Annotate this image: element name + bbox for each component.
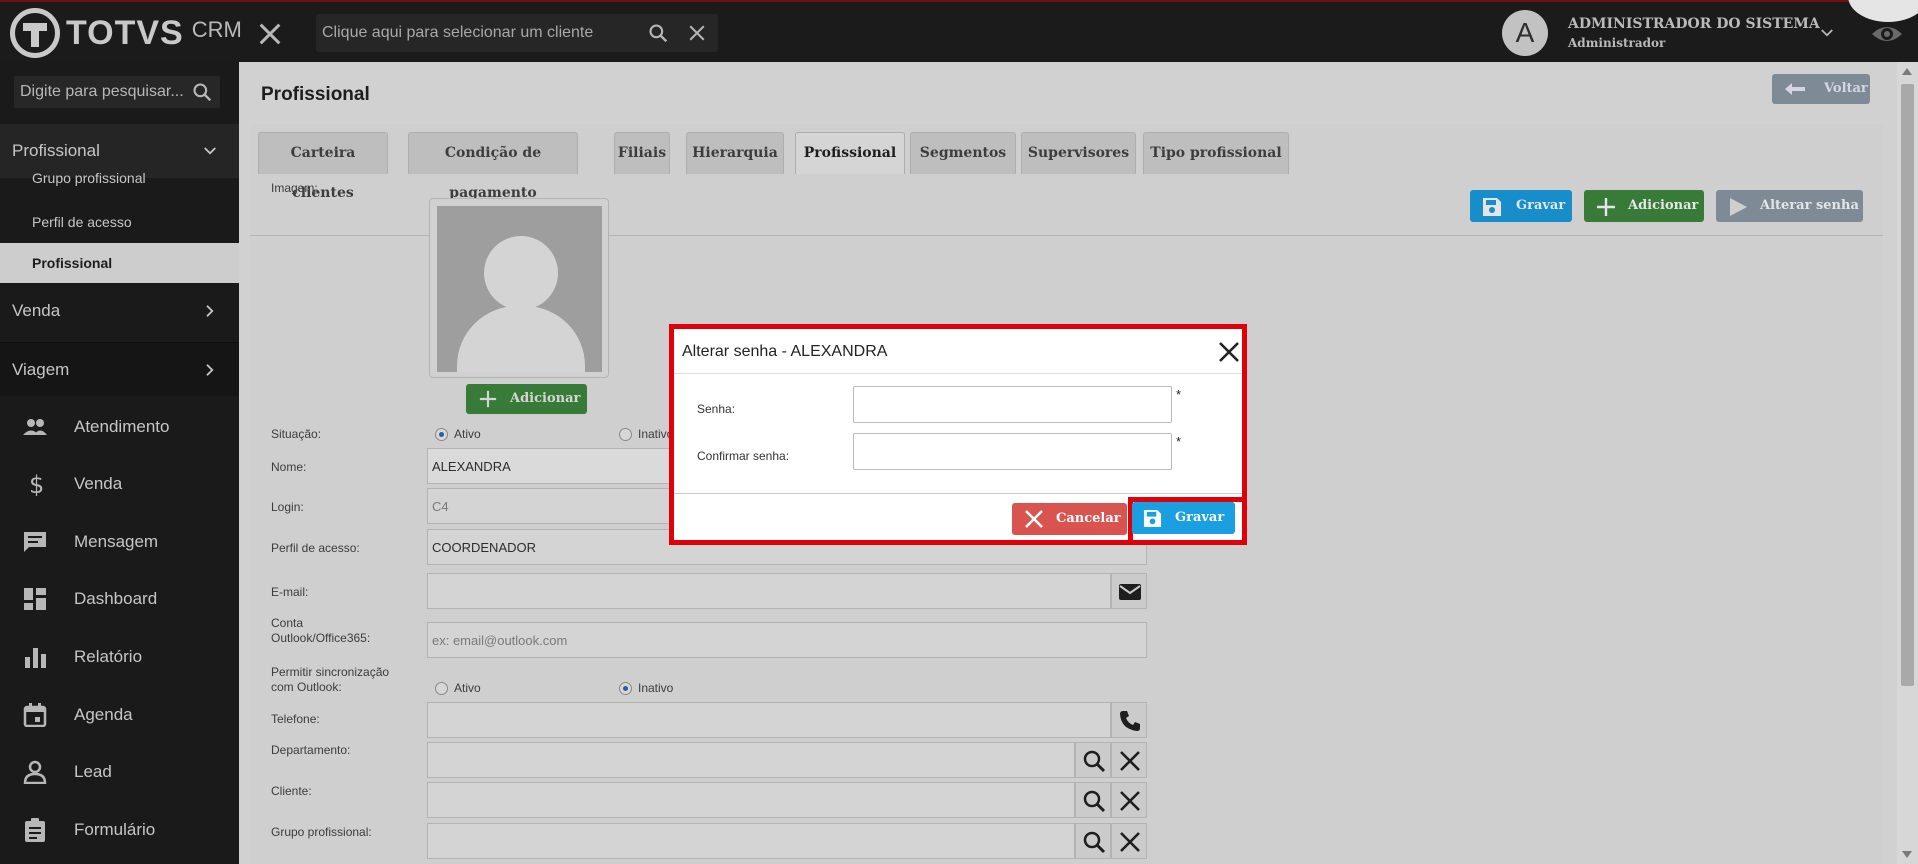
save-icon (1143, 509, 1162, 528)
cancel-button-label: Cancelar (1056, 511, 1121, 526)
required-mark: * (1176, 387, 1182, 402)
confirmar-senha-label: Confirmar senha: (697, 449, 790, 463)
dialog-title: Alterar senha - ALEXANDRA (682, 343, 888, 360)
cancel-button[interactable]: Cancelar (1012, 503, 1127, 535)
required-mark: * (1176, 434, 1182, 449)
dialog-save-label: Gravar (1175, 510, 1225, 525)
senha-label: Senha: (697, 402, 736, 416)
close-icon (1025, 510, 1043, 528)
dialog-save-button[interactable]: Gravar (1132, 502, 1235, 534)
dialog-divider (674, 373, 1242, 374)
close-icon[interactable] (1216, 339, 1242, 365)
confirmar-senha-field[interactable] (853, 433, 1172, 470)
senha-field[interactable] (853, 386, 1172, 423)
dialog-footer-divider (674, 493, 1242, 494)
